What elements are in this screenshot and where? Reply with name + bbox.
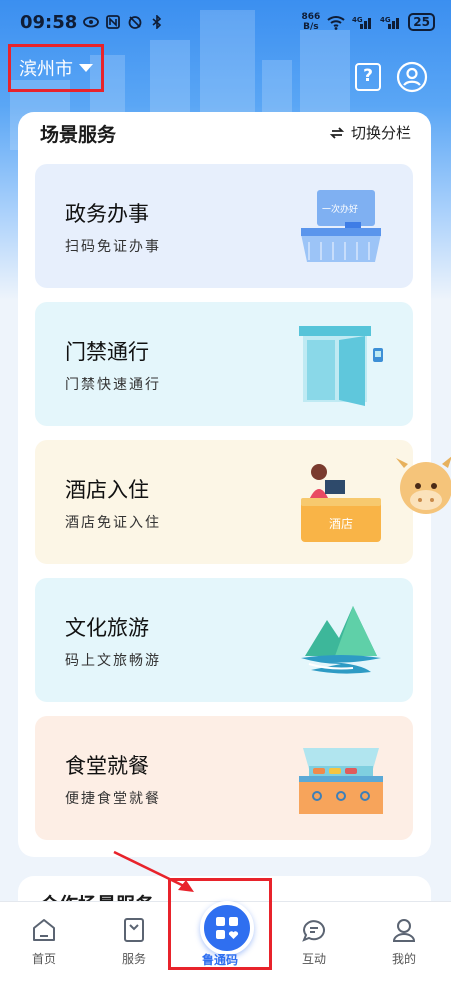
user-icon	[392, 919, 416, 942]
svg-text:4G: 4G	[380, 16, 391, 24]
section-title: 场景服务	[40, 124, 117, 146]
service-title: 文化旅游	[65, 616, 149, 640]
signal-4g-icon-2: 4G	[380, 16, 400, 29]
switch-layout-label: 切换分栏	[350, 124, 411, 142]
tab-services[interactable]: 服务	[104, 916, 164, 967]
service-item-government[interactable]: 政务办事 扫码免证办事 一次办好	[35, 164, 413, 288]
hotel-reception-icon: 酒店	[301, 464, 381, 542]
tab-home[interactable]: 首页	[14, 916, 74, 967]
service-subtitle: 码上文旅畅游	[65, 653, 161, 669]
service-subtitle: 酒店免证入住	[65, 515, 161, 531]
tab-label: 互动	[301, 952, 326, 966]
net-speed-value: 866	[301, 12, 321, 22]
service-title: 酒店入住	[65, 478, 149, 502]
mountain-river-icon	[301, 606, 381, 674]
net-speed-unit: B/s	[303, 22, 319, 32]
bookmark-icon	[124, 918, 144, 942]
tab-interact[interactable]: 互动	[284, 916, 344, 967]
tab-label: 我的	[391, 952, 416, 966]
tab-mine[interactable]: 我的	[374, 916, 434, 967]
service-item-tourism[interactable]: 文化旅游 码上文旅畅游	[35, 578, 413, 702]
caret-down-icon	[79, 64, 93, 72]
home-icon	[33, 919, 55, 941]
canteen-counter-icon	[299, 748, 383, 814]
status-bar: 09:58 866 B/s 4G 4G 25	[0, 0, 451, 44]
tab-label: 鲁通码	[201, 953, 238, 967]
user-profile-icon[interactable]	[396, 61, 428, 93]
scene-services-card: 场景服务 切换分栏 政务办事 扫码免证办事 一次办好 门禁通行 门禁快速通行 酒…	[18, 112, 431, 857]
switch-layout-button[interactable]: 切换分栏	[329, 122, 411, 143]
help-icon[interactable]: ?	[355, 63, 381, 91]
service-title: 政务办事	[65, 202, 149, 226]
service-subtitle: 扫码免证办事	[65, 239, 161, 255]
service-item-access[interactable]: 门禁通行 门禁快速通行	[35, 302, 413, 426]
grid-heart-icon	[216, 917, 239, 939]
illus-label: 酒店	[329, 517, 353, 531]
service-subtitle: 门禁快速通行	[65, 377, 161, 393]
nfc-icon	[106, 15, 121, 29]
tab-lutongma[interactable]: 鲁通码	[168, 878, 272, 970]
chat-bubble-icon	[302, 920, 325, 942]
city-label: 滨州市	[19, 59, 73, 80]
eye-icon	[83, 16, 100, 28]
mascot-cow-icon[interactable]	[392, 448, 451, 528]
lutongma-button[interactable]	[200, 901, 254, 955]
bluetooth-icon	[152, 15, 162, 29]
status-time: 09:58	[20, 11, 78, 33]
tab-label: 首页	[31, 952, 56, 966]
battery-indicator: 25	[408, 13, 435, 31]
service-title: 食堂就餐	[65, 754, 149, 778]
illus-label: 一次办好	[322, 203, 358, 215]
tab-label: 服务	[121, 952, 146, 966]
service-title: 门禁通行	[65, 340, 149, 364]
service-item-hotel[interactable]: 酒店入住 酒店免证入住 酒店	[35, 440, 413, 564]
government-counter-icon: 一次办好	[301, 190, 381, 262]
svg-text:4G: 4G	[352, 16, 363, 24]
service-item-canteen[interactable]: 食堂就餐 便捷食堂就餐	[35, 716, 413, 840]
service-subtitle: 便捷食堂就餐	[65, 791, 161, 807]
swap-icon	[329, 126, 345, 139]
signal-4g-icon: 4G	[352, 16, 372, 29]
city-selector[interactable]: 滨州市	[8, 44, 104, 92]
alarm-off-icon	[128, 16, 142, 29]
wifi-icon	[327, 16, 345, 30]
net-speed: 866 B/s	[302, 12, 321, 32]
top-bar: 滨州市 ?	[0, 44, 451, 102]
door-access-icon	[299, 326, 383, 406]
